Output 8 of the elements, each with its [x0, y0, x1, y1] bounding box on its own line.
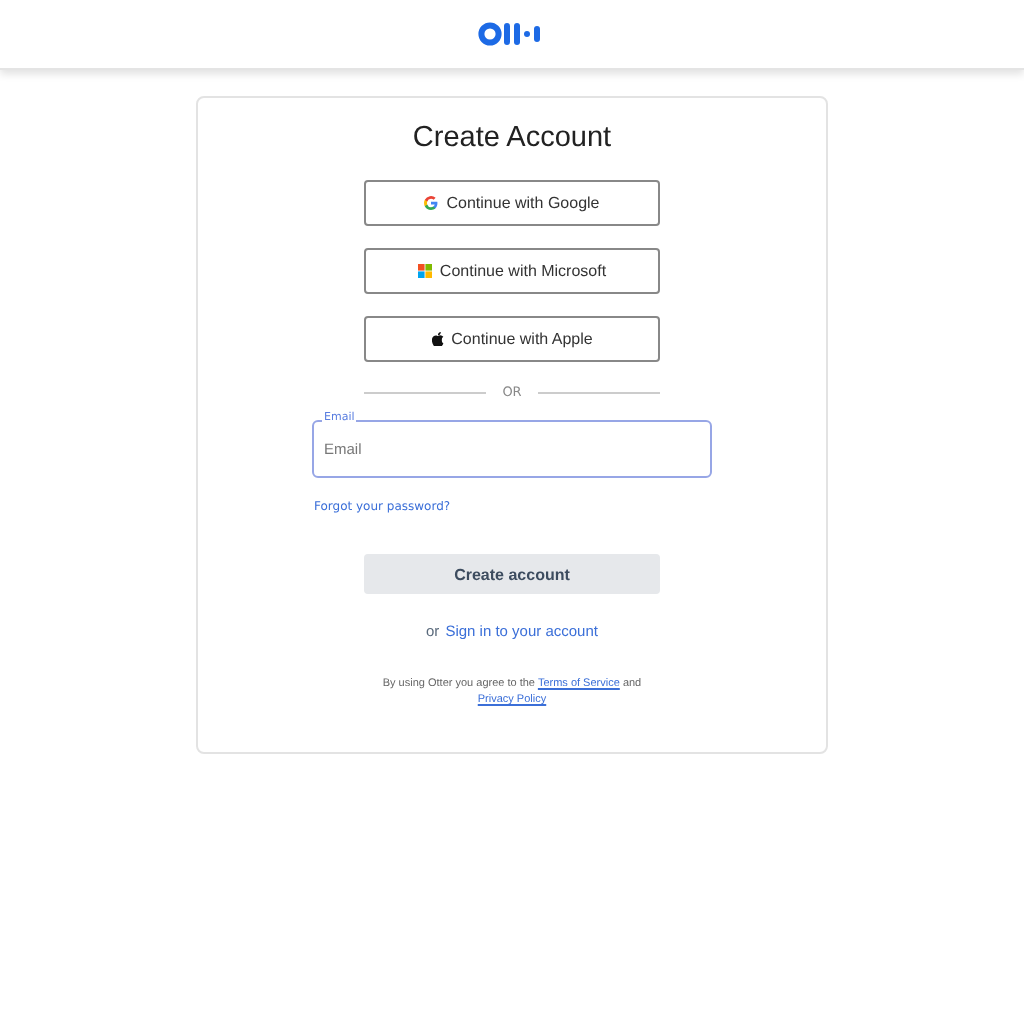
page-title: Create Account: [412, 122, 612, 154]
windows-logo-icon: [417, 264, 432, 278]
sign-in-option-button[interactable]: Continue with Google: [364, 180, 660, 226]
logo-icon: [478, 22, 546, 46]
google-icon: [424, 196, 439, 210]
apple-icon: [431, 332, 444, 346]
sign-in-option-button[interactable]: Continue with Microsoft: [364, 248, 660, 294]
sign-in-option-button[interactable]: Continue with Apple: [364, 316, 660, 362]
